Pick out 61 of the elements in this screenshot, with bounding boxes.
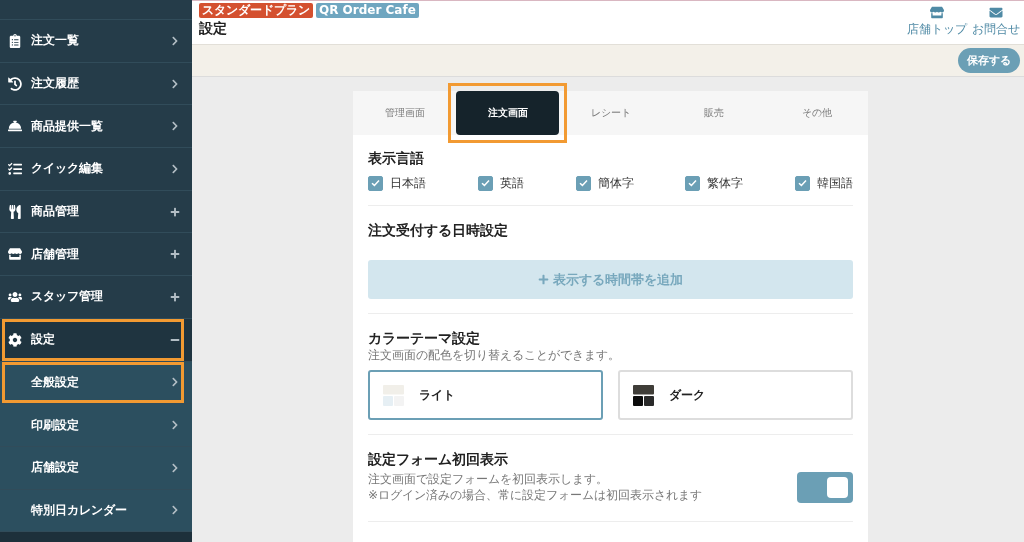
check-icon bbox=[798, 179, 807, 187]
toggle-switch[interactable] bbox=[797, 471, 853, 503]
checkbox[interactable] bbox=[368, 175, 383, 191]
envelope-icon bbox=[989, 6, 1003, 19]
tab[interactable]: 管理画面 bbox=[362, 91, 447, 135]
chevron-right-icon bbox=[170, 420, 180, 431]
chevron-right-icon bbox=[170, 78, 180, 89]
settings-icon bbox=[8, 332, 22, 347]
chevron-right-icon bbox=[170, 505, 180, 516]
checkbox-label: 簡体字 bbox=[597, 174, 634, 192]
checkbox-label: 繁体字 bbox=[707, 174, 744, 192]
section-title: 設定フォーム初回表示 bbox=[368, 450, 509, 468]
theme-option[interactable]: ダーク bbox=[618, 370, 853, 420]
sidebar-item[interactable]: 全般設定 bbox=[0, 361, 192, 405]
check-icon bbox=[480, 179, 490, 187]
sidebar-item[interactable]: 印刷設定 bbox=[0, 404, 192, 447]
checkbox[interactable] bbox=[795, 175, 810, 191]
cloche-icon bbox=[8, 119, 22, 134]
checkbox[interactable] bbox=[685, 175, 701, 191]
section-title: カラーテーマ設定 bbox=[368, 329, 481, 347]
page-title: 設定 bbox=[199, 19, 228, 37]
checkbox-label: 英語 bbox=[499, 174, 524, 192]
chevron-right-icon bbox=[170, 35, 180, 46]
tab[interactable]: 注文画面 bbox=[456, 91, 559, 135]
chevron-right-icon bbox=[170, 377, 180, 388]
tab[interactable]: 販売 bbox=[671, 91, 756, 135]
store-icon bbox=[930, 6, 944, 19]
clock-arrow-icon bbox=[8, 76, 22, 91]
chevron-right-icon bbox=[170, 462, 180, 473]
checkbox-label: 韓国語 bbox=[817, 174, 853, 192]
store-name-badge: QR Order Cafe bbox=[316, 3, 419, 18]
theme-option[interactable]: ライト bbox=[368, 370, 603, 420]
store-top-link[interactable]: 店舗トップ bbox=[907, 6, 967, 44]
checkbox[interactable] bbox=[477, 175, 493, 191]
clipboard-icon bbox=[8, 33, 22, 48]
checkbox[interactable] bbox=[575, 175, 591, 191]
sidebar-item[interactable]: 店舗設定 bbox=[0, 446, 192, 490]
sidebar-item[interactable]: 設定 bbox=[0, 318, 192, 362]
chevron-right-icon bbox=[170, 121, 180, 132]
tab[interactable]: その他 bbox=[774, 91, 859, 135]
sidebar-item[interactable]: 特別日カレンダー bbox=[0, 489, 192, 533]
tab[interactable]: レシート bbox=[568, 91, 653, 135]
store-icon bbox=[8, 247, 22, 262]
people-icon bbox=[8, 289, 22, 304]
contact-link[interactable]: お問合せ bbox=[972, 6, 1020, 44]
check-icon bbox=[371, 179, 380, 187]
layout-swatch-icon bbox=[633, 384, 654, 406]
layout-swatch-icon bbox=[383, 384, 404, 406]
plus-icon bbox=[538, 274, 549, 285]
check-icon bbox=[578, 179, 588, 187]
plan-badge: スタンダードプラン bbox=[199, 3, 313, 18]
chevron-right-icon bbox=[170, 163, 180, 174]
checkbox-label: 日本語 bbox=[390, 174, 426, 192]
section-description: 注文画面の配色を切り替えることができます。 bbox=[368, 348, 621, 363]
checklist-icon bbox=[8, 161, 22, 176]
utensils-icon bbox=[8, 204, 22, 219]
section-note: ※ログイン済みの場合、常に設定フォームは初回表示されます bbox=[368, 487, 703, 503]
section-title: 表示言語 bbox=[368, 149, 425, 167]
check-icon bbox=[688, 179, 698, 187]
section-title: 注文受付する日時設定 bbox=[368, 221, 509, 239]
section-note: 注文画面で設定フォームを初回表示します。 bbox=[368, 471, 609, 487]
